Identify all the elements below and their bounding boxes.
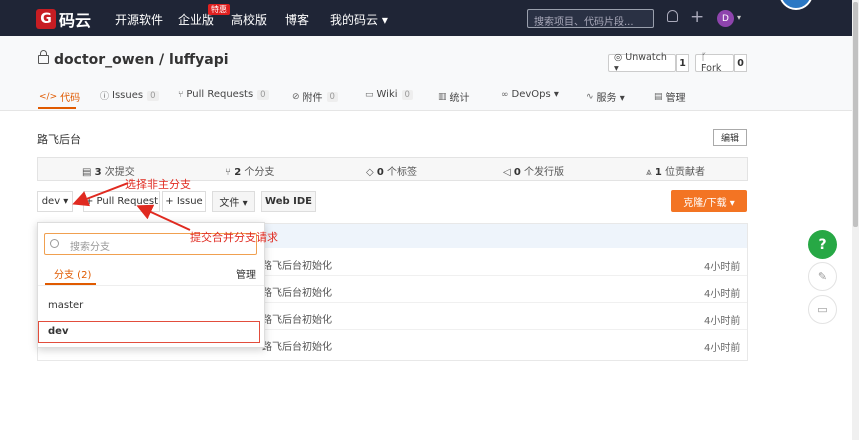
bell-icon[interactable] — [667, 10, 678, 22]
clone-download-button[interactable]: 克隆/下载 ▾ — [671, 190, 747, 212]
tab-count: 0 — [257, 89, 269, 100]
tab-label: Pull Requests — [186, 89, 254, 100]
tab-code[interactable]: </> 代码 — [39, 89, 81, 105]
tab-manage[interactable]: ▤ 管理 — [654, 89, 686, 105]
commit-time: 4小时前 — [704, 262, 741, 273]
annotation-branch-note: 选择非主分支 — [125, 178, 191, 191]
repo-title[interactable]: doctor_owen / luffyapi — [54, 52, 229, 68]
infinity-icon: ∞ — [501, 89, 509, 100]
feedback-edit-icon[interactable]: ✎ — [808, 262, 837, 291]
active-tab-underline — [38, 107, 76, 109]
tab-count: 0 — [401, 89, 413, 100]
file-button[interactable]: 文件 ▾ — [212, 191, 255, 212]
tab-stats[interactable]: ▥ 统计 — [438, 89, 470, 105]
release-icon: ◁ — [503, 167, 514, 178]
pull-request-button[interactable]: + Pull Request — [83, 191, 160, 212]
tab-label: 统计 — [449, 93, 470, 104]
lock-icon — [38, 50, 49, 64]
tab-pull-requests[interactable]: ⑂ Pull Requests 0 — [178, 89, 269, 100]
tag-icon: ◇ — [366, 167, 377, 178]
dropdown-divider — [38, 285, 264, 286]
book-icon: ▭ — [365, 89, 374, 100]
hot-badge: 特惠 — [208, 4, 230, 15]
commit-message[interactable]: 路飞后台初始化 — [262, 284, 332, 299]
tab-label: 代码 — [60, 93, 81, 104]
logo-mark: G — [36, 9, 56, 29]
stat-contributors[interactable]: ⩓ 1 位贡献者 — [646, 163, 705, 178]
dropdown-tab-branches[interactable]: 分支 (2) — [54, 266, 91, 281]
commit-message[interactable]: 路飞后台初始化 — [262, 311, 332, 326]
chevron-down-icon[interactable]: ▾ — [737, 13, 741, 22]
tab-label: DevOps ▾ — [511, 89, 559, 100]
commit-time: 4小时前 — [704, 289, 741, 300]
edit-button[interactable]: 编辑 — [713, 129, 747, 146]
chart-icon: ▥ — [438, 91, 447, 102]
nav-my-gitee[interactable]: 我的码云 ▾ — [330, 11, 388, 28]
logo-text: 码云 — [59, 11, 92, 30]
dropdown-manage-link[interactable]: 管理 — [236, 266, 256, 281]
commit-time: 4小时前 — [704, 316, 741, 327]
people-icon: ⩓ — [646, 167, 655, 178]
tab-label: 管理 — [665, 93, 686, 104]
branch-select-button[interactable]: dev ▾ — [37, 191, 73, 212]
tab-count: 0 — [326, 91, 338, 102]
tab-issues[interactable]: ⓘ Issues 0 — [100, 89, 159, 102]
watch-count[interactable]: 1 — [676, 54, 689, 72]
stat-tags[interactable]: ◇ 0 个标签 — [366, 163, 417, 178]
unwatch-button[interactable]: ◎ Unwatch ▾ — [608, 52, 676, 74]
branch-item-dev[interactable]: dev — [48, 326, 68, 337]
paperclip-icon: ⊘ — [292, 91, 300, 102]
tab-attachments[interactable]: ⊘ 附件 0 — [292, 89, 338, 104]
tab-wiki[interactable]: ▭ Wiki 0 — [365, 89, 413, 100]
plus-icon[interactable]: + — [690, 9, 704, 26]
code-icon: </> — [39, 91, 58, 102]
commit-time: 4小时前 — [704, 343, 741, 354]
branch-icon: ⑂ — [225, 167, 235, 178]
nav-university[interactable]: 高校版 — [231, 11, 267, 28]
branch-item-highlight — [38, 321, 260, 343]
fork-count[interactable]: 0 — [734, 54, 747, 72]
comment-icon[interactable]: ▭ — [808, 295, 837, 324]
tab-services[interactable]: ∿ 服务 ▾ — [586, 89, 625, 105]
commit-message[interactable]: 路飞后台初始化 — [262, 257, 332, 272]
pulse-icon: ∿ — [586, 91, 594, 102]
tab-label: Wiki — [376, 89, 398, 100]
branch-item-master[interactable]: master — [48, 300, 83, 311]
fork-button[interactable]: ᚴ Fork — [695, 52, 734, 74]
commit-icon: ▤ — [82, 167, 95, 178]
issue-icon: ⓘ — [100, 92, 110, 102]
repo-description: 路飞后台 — [37, 133, 81, 146]
tab-label: Issues — [112, 90, 144, 101]
gitee-logo[interactable]: G 码云 — [36, 7, 91, 31]
pull-request-icon: ⑂ — [178, 89, 184, 100]
web-ide-button[interactable]: Web IDE — [261, 191, 316, 212]
help-button[interactable]: ? — [808, 230, 837, 259]
nav-open-source[interactable]: 开源软件 — [115, 11, 163, 28]
scrollbar-thumb[interactable] — [853, 2, 858, 227]
issue-button[interactable]: + Issue — [162, 191, 206, 212]
stat-releases[interactable]: ◁ 0 个发行版 — [503, 163, 564, 178]
nav-blog[interactable]: 博客 — [285, 11, 309, 28]
tab-label: 服务 ▾ — [596, 93, 625, 104]
tab-count: 0 — [147, 90, 159, 101]
global-search-input[interactable]: 搜索项目、代码片段... — [527, 9, 654, 28]
search-icon — [50, 239, 59, 248]
settings-icon: ▤ — [654, 91, 663, 102]
commit-message[interactable]: 路飞后台初始化 — [262, 338, 332, 353]
user-avatar[interactable]: D — [717, 10, 734, 27]
tab-label: 附件 — [302, 93, 323, 104]
annotation-pr-note: 提交合并分支请求 — [190, 231, 278, 244]
stat-branches[interactable]: ⑂ 2 个分支 — [225, 163, 274, 178]
tab-devops[interactable]: ∞ DevOps ▾ — [501, 89, 559, 100]
